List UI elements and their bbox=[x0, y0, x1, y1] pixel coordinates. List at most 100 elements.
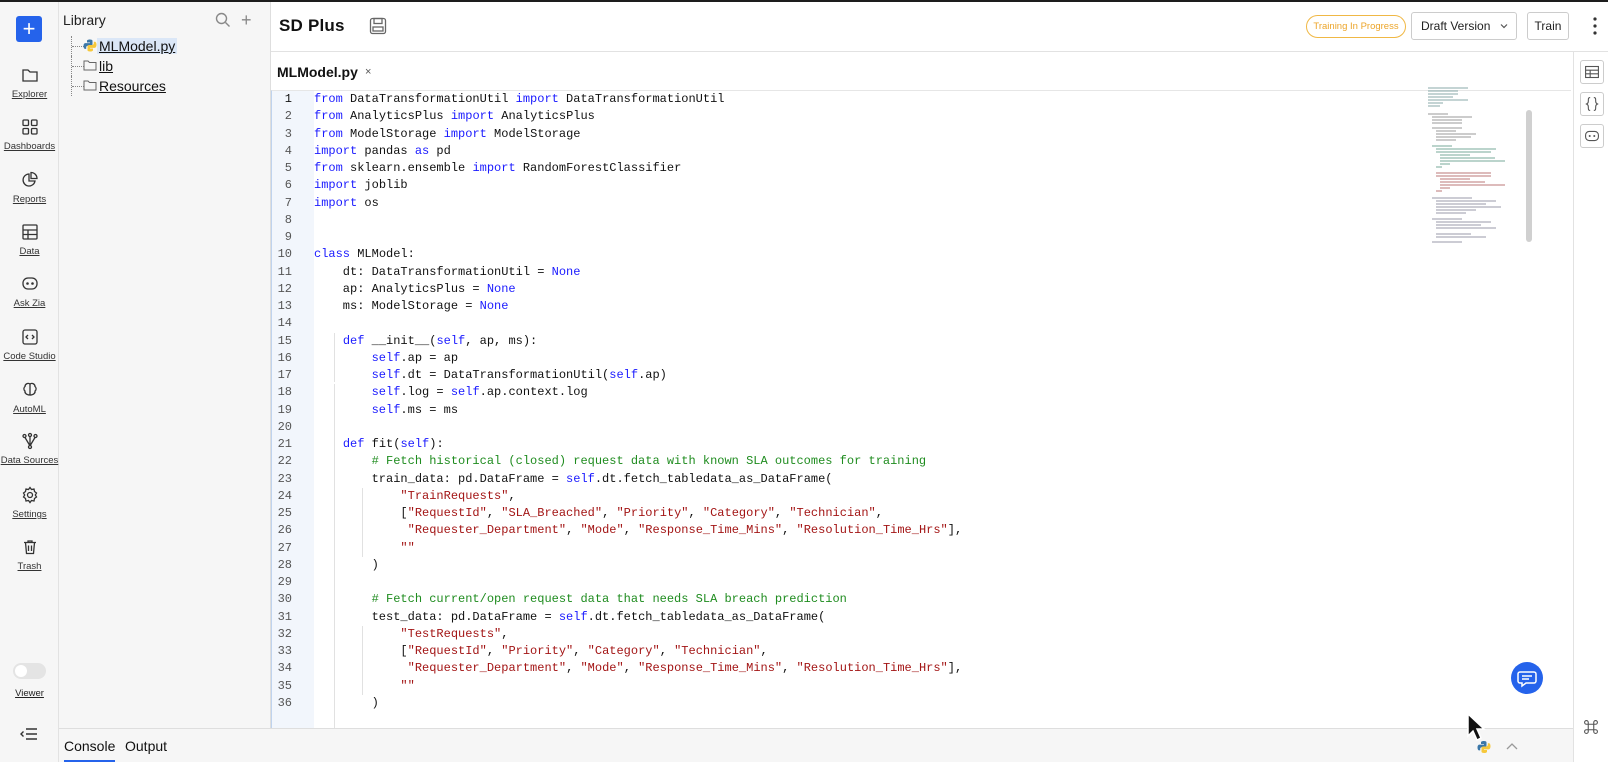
code-line[interactable]: 15 def __init__(self, ap, ms): bbox=[272, 333, 1422, 351]
code-line[interactable]: 1 from DataTransformationUtil import Data… bbox=[272, 91, 1422, 109]
code-text: from DataTransformationUtil import DataT… bbox=[314, 92, 725, 106]
code-line[interactable]: 9 bbox=[272, 229, 1422, 247]
code-line[interactable]: 34 "Requester_Department", "Mode", "Resp… bbox=[272, 660, 1422, 678]
nav-data-sources[interactable]: Data Sources bbox=[0, 432, 59, 466]
editor-tabs: MLModel.py × bbox=[271, 52, 1571, 92]
code-line[interactable]: 25 ["RequestId", "SLA_Breached", "Priori… bbox=[272, 505, 1422, 523]
code-line[interactable]: 13 ms: ModelStorage = None bbox=[272, 298, 1422, 316]
code-line[interactable]: 3 from ModelStorage import ModelStorage bbox=[272, 126, 1422, 144]
code-line[interactable]: 36 ) bbox=[272, 695, 1422, 713]
brain-icon bbox=[22, 382, 37, 396]
assistant-button[interactable] bbox=[1580, 124, 1604, 148]
nav-label: Data bbox=[19, 246, 40, 257]
nav-settings[interactable]: Settings bbox=[0, 486, 59, 520]
code-text: "TrainRequests", bbox=[400, 488, 516, 503]
nav-trash[interactable]: Trash bbox=[0, 538, 59, 572]
nav-explorer[interactable]: Explorer bbox=[0, 66, 59, 100]
line-number: 26 bbox=[277, 523, 292, 538]
code-line[interactable]: 22 # Fetch historical (closed) request d… bbox=[272, 453, 1422, 471]
line-number: 36 bbox=[277, 695, 292, 710]
code-line[interactable]: 14 bbox=[272, 315, 1422, 333]
tree-item-label: lib bbox=[99, 58, 114, 74]
code-line[interactable]: 29 bbox=[272, 574, 1422, 592]
code-line[interactable]: 32 "TestRequests", bbox=[272, 626, 1422, 644]
code-line[interactable]: 12 ap: AnalyticsPlus = None bbox=[272, 281, 1422, 299]
code-line[interactable]: 11 dt: DataTransformationUtil = None bbox=[272, 264, 1422, 282]
line-number: 5 bbox=[284, 161, 292, 175]
new-button[interactable]: + bbox=[16, 16, 42, 42]
line-number: 10 bbox=[277, 247, 292, 262]
code-line[interactable]: 10 class MLModel: bbox=[272, 246, 1422, 264]
add-icon[interactable]: + bbox=[241, 10, 252, 31]
code-text: ["RequestId", "SLA_Breached", "Priority"… bbox=[314, 506, 883, 520]
line-number: 14 bbox=[277, 316, 292, 331]
code-text: "" bbox=[400, 678, 415, 693]
code-line[interactable]: 31 test_data: pd.DataFrame = self.dt.fet… bbox=[272, 609, 1422, 627]
code-line[interactable]: 26 "Requester_Department", "Mode", "Resp… bbox=[272, 522, 1422, 540]
nav-data[interactable]: Data bbox=[0, 223, 59, 257]
trash-icon bbox=[23, 540, 36, 555]
chat-support-button[interactable] bbox=[1511, 662, 1543, 694]
tab-output[interactable]: Output bbox=[125, 738, 167, 754]
nav-label: Explorer bbox=[11, 89, 48, 100]
command-button[interactable] bbox=[1580, 716, 1604, 740]
line-number: 25 bbox=[277, 506, 292, 520]
code-line[interactable]: 8 bbox=[272, 212, 1422, 230]
code-minimap[interactable] bbox=[1428, 86, 1518, 246]
line-number: 31 bbox=[277, 609, 292, 624]
nav-code-studio[interactable]: Code Studio bbox=[0, 328, 59, 362]
save-icon[interactable] bbox=[369, 17, 387, 35]
nav-reports[interactable]: Reports bbox=[0, 171, 59, 205]
code-line[interactable]: 33 ["RequestId", "Priority", "Category",… bbox=[272, 643, 1422, 661]
code-line[interactable]: 20 bbox=[272, 419, 1422, 437]
tab-console[interactable]: Console bbox=[64, 738, 116, 762]
nav-label: Trash bbox=[17, 561, 42, 572]
code-line[interactable]: 19 self.ms = ms bbox=[272, 402, 1422, 420]
chevron-up-icon[interactable] bbox=[1506, 742, 1518, 752]
viewer-toggle[interactable] bbox=[13, 663, 46, 679]
tree-item-resources[interactable]: Resources bbox=[67, 76, 267, 96]
code-text: ms: ModelStorage = None bbox=[314, 299, 509, 313]
table-view-button[interactable] bbox=[1580, 60, 1604, 84]
code-line[interactable]: 6 import joblib bbox=[272, 177, 1422, 195]
code-line[interactable]: 7 import os bbox=[272, 195, 1422, 213]
more-options-icon[interactable] bbox=[1593, 16, 1597, 36]
code-line[interactable]: 16 self.ap = ap bbox=[272, 350, 1422, 368]
code-line[interactable]: 24 "TrainRequests", bbox=[272, 488, 1422, 506]
nav-dashboards[interactable]: Dashboards bbox=[0, 118, 59, 152]
nav-ask-zia[interactable]: Ask Zia bbox=[0, 275, 59, 309]
tree-item-lib[interactable]: lib bbox=[67, 56, 267, 76]
indent-guide bbox=[334, 332, 335, 383]
pie-chart-icon bbox=[21, 171, 38, 187]
code-line[interactable]: 28 ) bbox=[272, 557, 1422, 575]
table-icon bbox=[1585, 65, 1599, 79]
code-editor[interactable]: 1 from DataTransformationUtil import Data… bbox=[271, 90, 1571, 728]
nav-automl[interactable]: AutoML bbox=[0, 381, 59, 415]
code-line[interactable]: 21 def fit(self): bbox=[272, 436, 1422, 454]
code-line[interactable]: 4 import pandas as pd bbox=[272, 143, 1422, 161]
code-line[interactable]: 30 # Fetch current/open request data tha… bbox=[272, 591, 1422, 609]
code-text: from AnalyticsPlus import AnalyticsPlus bbox=[314, 109, 595, 124]
line-number: 27 bbox=[277, 540, 292, 555]
code-line[interactable]: 18 self.log = self.ap.context.log bbox=[272, 384, 1422, 402]
code-line[interactable]: 17 self.dt = DataTransformationUtil(self… bbox=[272, 367, 1422, 385]
code-line[interactable]: 5 from sklearn.ensemble import RandomFore… bbox=[272, 160, 1422, 178]
code-text: train_data: pd.DataFrame = self.dt.fetch… bbox=[314, 471, 833, 486]
tree-item-mlmodel[interactable]: MLModel.py bbox=[67, 36, 267, 56]
code-line[interactable]: 23 train_data: pd.DataFrame = self.dt.fe… bbox=[272, 471, 1422, 489]
tab-mlmodel[interactable]: MLModel.py bbox=[277, 64, 358, 80]
code-line[interactable]: 2 from AnalyticsPlus import AnalyticsPlus bbox=[272, 108, 1422, 126]
close-icon[interactable]: × bbox=[365, 66, 371, 78]
code-line[interactable]: 27 "" bbox=[272, 540, 1422, 558]
line-number: 24 bbox=[277, 488, 292, 503]
json-view-button[interactable] bbox=[1580, 92, 1604, 116]
train-button[interactable]: Train bbox=[1527, 12, 1569, 40]
page-title: SD Plus bbox=[279, 16, 345, 35]
editor-scrollbar[interactable] bbox=[1526, 110, 1532, 242]
code-text: ) bbox=[314, 557, 379, 572]
data-source-icon bbox=[21, 432, 38, 450]
search-icon[interactable] bbox=[215, 12, 231, 28]
version-select[interactable]: Draft Version bbox=[1411, 12, 1517, 40]
collapse-menu-icon[interactable] bbox=[19, 726, 39, 742]
code-line[interactable]: 35 "" bbox=[272, 678, 1422, 696]
